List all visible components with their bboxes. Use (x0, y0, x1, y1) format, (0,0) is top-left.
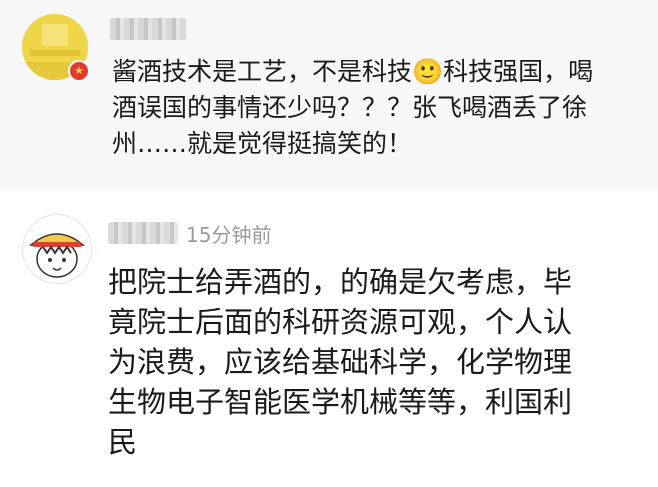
avatar[interactable] (22, 214, 92, 284)
comment-text-line: 酱酒技术是工艺，不是科技🙂科技强国，喝 (112, 57, 594, 86)
comment-text-line: 把院士给弄酒的，的确是欠考虑，毕 (108, 265, 573, 299)
verified-star-badge-icon: ★ (68, 60, 90, 82)
comment-item: ★ 酱酒技术是工艺，不是科技🙂科技强国，喝 酒误国的事情还少吗？？？张飞喝酒丢了… (0, 0, 658, 190)
comment-timestamp: 15分钟前 (186, 223, 272, 247)
username-blurred[interactable] (108, 222, 178, 244)
comment-text: 把院士给弄酒的，的确是欠考虑，毕 竟院士后面的科研资源可观，个人认 为浪费，应该… (108, 262, 648, 462)
comment-text-line: 酒误国的事情还少吗？？？张飞喝酒丢了徐 (112, 93, 588, 122)
username-blurred[interactable] (110, 18, 186, 40)
comment-text-line: 州……就是觉得挺搞笑的！ (112, 129, 413, 158)
comment-text-line: 民 (108, 425, 138, 459)
comment-text-line: 生物电子智能医学机械等等，利国利 (108, 385, 573, 419)
comment-text-line: 为浪费，应该给基础科学，化学物理 (108, 345, 573, 379)
straw-hat-avatar-image (28, 233, 86, 278)
comment-text: 酱酒技术是工艺，不是科技🙂科技强国，喝 酒误国的事情还少吗？？？张飞喝酒丢了徐 … (112, 54, 652, 162)
comment-text-line: 竟院士后面的科研资源可观，个人认 (108, 305, 573, 339)
